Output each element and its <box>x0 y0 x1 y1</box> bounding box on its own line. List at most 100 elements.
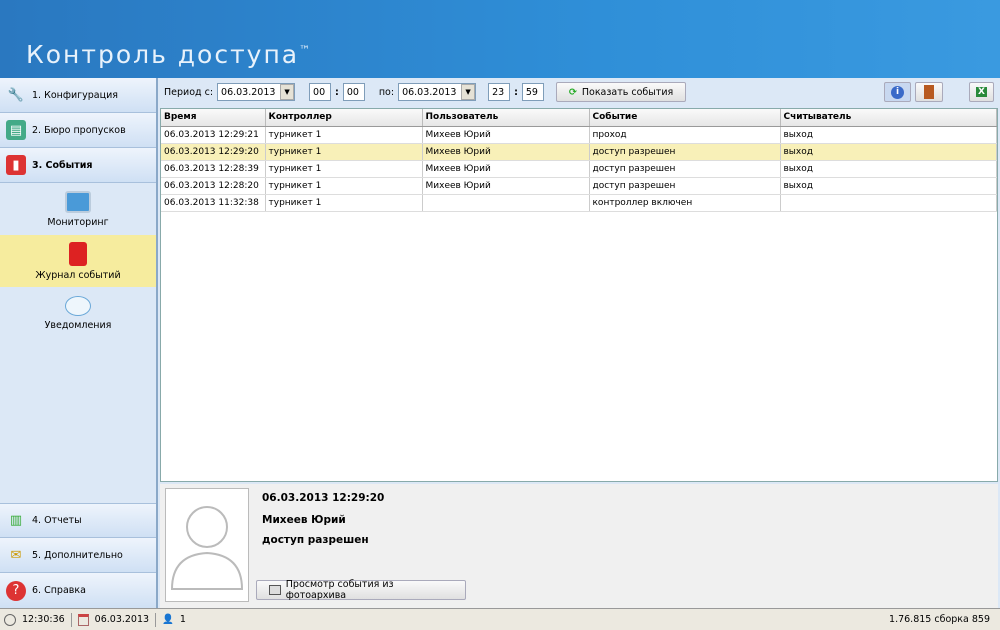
column-header-controller[interactable]: Контроллер <box>265 109 423 127</box>
table-cell: выход <box>780 160 997 178</box>
status-version: 1.76.815 сборка 859 <box>889 614 990 625</box>
show-events-button[interactable]: ⟳ Показать события <box>555 82 687 102</box>
from-date: 06.03.2013 <box>221 86 276 98</box>
events-table: Время Контроллер Пользователь Событие Сч… <box>160 108 998 482</box>
detail-time: 06.03.2013 12:29:20 <box>262 492 385 504</box>
table-cell <box>422 194 590 212</box>
table-cell <box>780 194 997 212</box>
clock-icon <box>4 613 16 626</box>
tv-icon <box>269 585 281 595</box>
info-icon: i <box>891 85 905 99</box>
table-cell: Михеев Юрий <box>422 143 590 161</box>
nav-label: 6. Справка <box>32 585 86 596</box>
monitor-icon <box>65 190 91 213</box>
show-events-label: Показать события <box>581 86 674 98</box>
table-row[interactable]: 06.03.2013 12:28:39 турникет 1 Михеев Юрий… <box>161 160 997 178</box>
from-minute-input[interactable]: 00 <box>342 83 365 101</box>
sub-item-monitoring[interactable]: Мониторинг <box>0 183 156 235</box>
table-cell: Михеев Юрий <box>422 177 590 195</box>
table-row[interactable]: 06.03.2013 12:29:20 турникет 1 Михеев Юрий… <box>161 143 997 161</box>
nav-label: 2. Бюро пропусков <box>32 124 126 136</box>
table-cell: турникет 1 <box>265 160 423 178</box>
column-header-user[interactable]: Пользователь <box>422 109 590 127</box>
export-excel-button[interactable]: X <box>969 82 994 102</box>
column-header-event[interactable]: Событие <box>589 109 781 127</box>
table-cell: турникет 1 <box>265 194 423 212</box>
table-cell: выход <box>780 177 997 195</box>
nav-label: 3. События <box>32 159 93 171</box>
to-minute-input[interactable]: 59 <box>521 83 544 101</box>
speech-bubble-icon <box>65 295 91 316</box>
nav-label: 5. Дополнительно <box>32 549 123 561</box>
journal-icon <box>69 241 87 266</box>
view-photo-archive-button[interactable]: Просмотр события из фотоархива <box>256 579 466 601</box>
sidebar-item-pass-bureau[interactable]: ▤ 2. Бюро пропусков <box>0 113 156 148</box>
app-title: Контроль доступа™ <box>26 40 312 69</box>
sidebar-item-events[interactable]: ▮ 3. События <box>0 148 156 183</box>
table-cell: 06.03.2013 12:28:39 <box>161 160 266 178</box>
table-cell: контроллер включен <box>589 194 781 212</box>
to-label: по: <box>378 86 395 98</box>
table-cell: 06.03.2013 12:29:20 <box>161 143 266 161</box>
cabinet-icon <box>924 85 935 99</box>
status-bar: 12:30:36 06.03.2013 👤 1 1.76.815 сборка … <box>0 608 1000 630</box>
table-row[interactable]: 06.03.2013 12:29:21 турникет 1 Михеев Юрий… <box>161 126 997 144</box>
excel-icon: X <box>976 87 987 97</box>
person-silhouette-icon <box>170 506 244 590</box>
table-cell: доступ разрешен <box>589 160 781 178</box>
user-icon: 👤 <box>162 614 174 625</box>
calendar-icon <box>77 613 89 626</box>
chevron-down-icon[interactable]: ▼ <box>280 84 295 100</box>
table-cell: проход <box>589 126 781 144</box>
table-row[interactable]: 06.03.2013 11:32:38 турникет 1 контроллер … <box>161 194 997 212</box>
table-cell: турникет 1 <box>265 143 423 161</box>
chevron-down-icon[interactable]: ▼ <box>461 84 476 100</box>
table-cell: доступ разрешен <box>589 177 781 195</box>
sidebar-item-reports[interactable]: ▥ 4. Отчеты <box>0 503 156 538</box>
sub-label: Журнал событий <box>35 269 121 281</box>
info-button[interactable]: i <box>884 82 912 102</box>
event-detail-panel: 06.03.2013 12:29:20 Михеев Юрий доступ р… <box>160 484 998 608</box>
sub-label: Уведомления <box>44 319 112 331</box>
wrench-icon: 🔧 <box>7 87 25 103</box>
help-icon: ? <box>6 580 26 601</box>
column-header-time[interactable]: Время <box>161 109 266 127</box>
sidebar-item-configuration[interactable]: 🔧 1. Конфигурация <box>0 78 156 113</box>
sub-label: Мониторинг <box>47 216 109 228</box>
app-header: Контроль доступа™ <box>0 0 1000 78</box>
status-users: 1 <box>179 614 186 625</box>
to-hour-input[interactable]: 23 <box>488 83 511 101</box>
sub-item-notifications[interactable]: Уведомления <box>0 287 156 339</box>
chart-icon: ▥ <box>9 513 23 528</box>
id-card-icon: ▤ <box>6 120 26 140</box>
sidebar-item-help[interactable]: ? 6. Справка <box>0 573 156 608</box>
status-time: 12:30:36 <box>22 614 65 625</box>
toolbar: Период с: 06.03.2013 ▼ 00: 00 по: 06.03.2… <box>158 78 1000 106</box>
divider <box>155 612 157 627</box>
table-cell: выход <box>780 143 997 161</box>
sub-item-event-journal[interactable]: Журнал событий <box>0 235 156 287</box>
divider <box>70 612 72 627</box>
table-row[interactable]: 06.03.2013 12:28:20 турникет 1 Михеев Юрий… <box>161 177 997 195</box>
to-date-picker[interactable]: 06.03.2013 ▼ <box>398 83 477 101</box>
trademark: ™ <box>299 43 313 57</box>
period-label: Период с: <box>164 86 214 98</box>
app-title-text: Контроль доступа <box>26 40 300 69</box>
table-cell: 06.03.2013 12:28:20 <box>161 177 266 195</box>
table-cell: Михеев Юрий <box>422 126 590 144</box>
archive-button[interactable] <box>915 82 944 102</box>
nav-label: 4. Отчеты <box>32 515 82 526</box>
to-date: 06.03.2013 <box>402 86 457 98</box>
from-date-picker[interactable]: 06.03.2013 ▼ <box>217 83 296 101</box>
sidebar: 🔧 1. Конфигурация ▤ 2. Бюро пропусков ▮ 3. … <box>0 78 158 608</box>
main-panel: Период с: 06.03.2013 ▼ 00: 00 по: 06.03.2… <box>158 78 1000 608</box>
table-cell: доступ разрешен <box>589 143 781 161</box>
from-hour-input[interactable]: 00 <box>309 83 332 101</box>
status-date: 06.03.2013 <box>94 614 150 625</box>
column-header-reader[interactable]: Считыватель <box>780 109 997 127</box>
refresh-icon: ⟳ <box>568 86 577 98</box>
detail-user: Михеев Юрий <box>262 514 346 526</box>
table-cell: 06.03.2013 12:29:21 <box>161 126 266 144</box>
sidebar-item-additional[interactable]: ✉ 5. Дополнительно <box>0 538 156 573</box>
table-cell: турникет 1 <box>265 177 423 195</box>
